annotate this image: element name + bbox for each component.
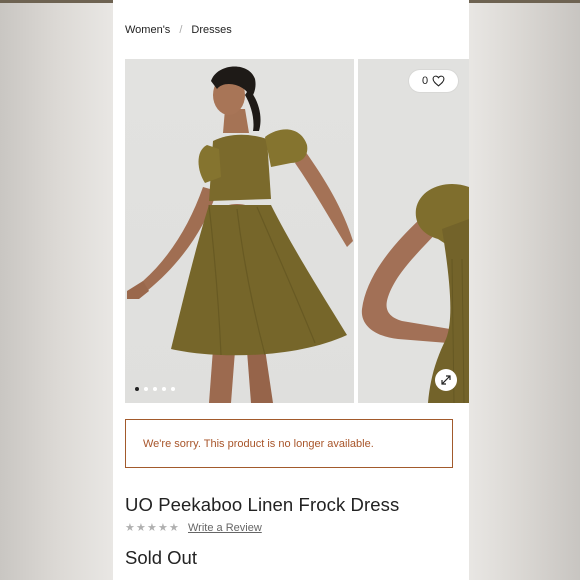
model-photo-front bbox=[127, 66, 353, 403]
gallery-dot-2[interactable] bbox=[144, 387, 148, 391]
like-button[interactable]: 0 bbox=[409, 70, 458, 92]
product-page: Women's / Dresses 0 We're sorry. This pr… bbox=[113, 0, 469, 580]
unavailable-notice: We're sorry. This product is no longer a… bbox=[125, 419, 453, 468]
expand-arrows-icon bbox=[441, 375, 451, 385]
product-image-secondary[interactable] bbox=[358, 59, 469, 403]
gallery-dot-1[interactable] bbox=[135, 387, 139, 391]
gallery-pagination-dots bbox=[135, 387, 175, 391]
availability-status: Sold Out bbox=[125, 547, 197, 568]
gallery-dot-5[interactable] bbox=[171, 387, 175, 391]
breadcrumb: Women's / Dresses bbox=[125, 24, 232, 36]
product-image-main[interactable] bbox=[125, 59, 354, 403]
gallery-dot-3[interactable] bbox=[153, 387, 157, 391]
product-title: UO Peekaboo Linen Frock Dress bbox=[125, 494, 400, 515]
like-count: 0 bbox=[421, 75, 429, 87]
model-photo-side bbox=[361, 183, 469, 403]
breadcrumb-dresses[interactable]: Dresses bbox=[191, 24, 231, 36]
star-icon: ★ bbox=[158, 522, 168, 534]
rating-row: ★ ★ ★ ★ ★ Write a Review bbox=[125, 521, 262, 535]
breadcrumb-separator: / bbox=[179, 24, 183, 36]
unavailable-message: We're sorry. This product is no longer a… bbox=[143, 437, 374, 450]
product-image-gallery[interactable] bbox=[125, 59, 469, 403]
expand-image-button[interactable] bbox=[435, 369, 457, 391]
gallery-dot-4[interactable] bbox=[162, 387, 166, 391]
rating-stars: ★ ★ ★ ★ ★ bbox=[125, 521, 180, 535]
breadcrumb-womens[interactable]: Women's bbox=[125, 24, 170, 36]
star-icon: ★ bbox=[147, 522, 157, 534]
write-review-link[interactable]: Write a Review bbox=[188, 522, 262, 534]
star-icon: ★ bbox=[169, 522, 179, 534]
star-icon: ★ bbox=[136, 522, 146, 534]
star-icon: ★ bbox=[125, 522, 135, 534]
heart-icon bbox=[432, 75, 445, 87]
